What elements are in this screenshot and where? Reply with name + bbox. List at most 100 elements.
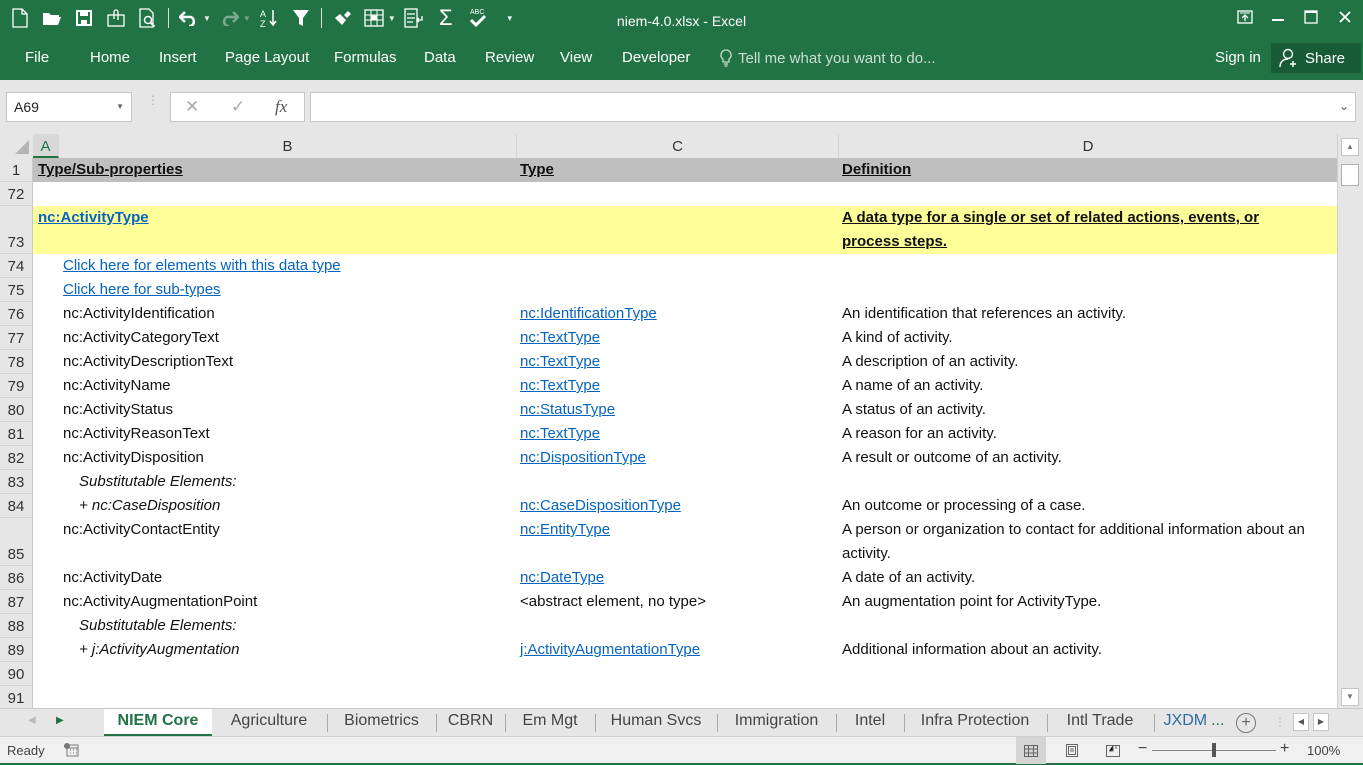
column-header-a[interactable]: A	[33, 134, 59, 158]
row-number[interactable]: 80	[0, 398, 33, 422]
type-link[interactable]: nc:TextType	[520, 422, 600, 446]
name-box-dropdown-icon[interactable]: ▼	[116, 102, 124, 111]
formula-bar-grip[interactable]: ⋮	[147, 94, 159, 106]
page-layout-view-button[interactable]	[1057, 737, 1087, 764]
tab-developer[interactable]: Developer	[622, 49, 690, 66]
definition-cell[interactable]: A reason for an activity.	[842, 422, 1312, 446]
row-number[interactable]: 89	[0, 638, 33, 662]
row-number[interactable]: 72	[0, 182, 33, 206]
maximize-icon[interactable]	[1298, 6, 1324, 28]
row-number[interactable]: 91	[0, 686, 33, 708]
sheet-tab-infra-protection[interactable]: Infra Protection	[905, 709, 1045, 736]
row-number[interactable]: 74	[0, 254, 33, 278]
formula-input[interactable]: ⌄	[310, 92, 1356, 122]
vertical-scrollbar[interactable]: ▲ ▼	[1337, 134, 1363, 708]
zoom-out-button[interactable]: −	[1138, 740, 1147, 758]
definition-cell[interactable]: Additional information about an activity…	[842, 638, 1312, 662]
row-number[interactable]: 81	[0, 422, 33, 446]
horizontal-scroll-left-icon[interactable]: ◀	[1293, 713, 1309, 731]
definition-cell[interactable]: An outcome or processing of a case.	[842, 494, 1312, 518]
tab-file[interactable]: File	[25, 49, 49, 66]
sheet-tab-em-mgt[interactable]: Em Mgt	[506, 709, 594, 736]
cancel-icon[interactable]: ✕	[185, 97, 199, 117]
tab-scroll-grip[interactable]: ⋮	[1274, 715, 1286, 729]
sheet-tab-cbrn[interactable]: CBRN	[437, 709, 504, 736]
zoom-percentage[interactable]: 100%	[1307, 743, 1340, 758]
header-type-sub-properties[interactable]: Type/Sub-properties	[38, 158, 183, 182]
row-number[interactable]: 75	[0, 278, 33, 302]
hyperlink[interactable]: Click here for sub-types	[63, 278, 221, 302]
property-name-cell[interactable]: nc:ActivityDate	[63, 566, 162, 590]
tab-review[interactable]: Review	[485, 49, 534, 66]
tab-data[interactable]: Data	[424, 49, 456, 66]
name-box[interactable]: A69 ▼	[6, 92, 132, 122]
type-link[interactable]: j:ActivityAugmentationType	[520, 638, 700, 662]
page-break-view-button[interactable]	[1098, 737, 1128, 764]
tab-view[interactable]: View	[560, 49, 592, 66]
column-header-c[interactable]: C	[517, 134, 839, 158]
definition-cell[interactable]: A person or organization to contact for …	[842, 518, 1312, 566]
horizontal-scroll-right-icon[interactable]: ▶	[1313, 713, 1329, 731]
type-link[interactable]: nc:IdentificationType	[520, 302, 657, 326]
type-link[interactable]: nc:TextType	[520, 326, 600, 350]
property-name-cell[interactable]: Substitutable Elements:	[79, 470, 237, 494]
type-link[interactable]: nc:TextType	[520, 374, 600, 398]
prev-sheet-icon[interactable]: ◀	[28, 715, 36, 726]
column-header-d[interactable]: D	[839, 134, 1337, 158]
normal-view-button[interactable]	[1016, 737, 1046, 764]
property-name-cell[interactable]: nc:ActivityDescriptionText	[63, 350, 233, 374]
definition-cell[interactable]: A date of an activity.	[842, 566, 1312, 590]
tab-page-layout[interactable]: Page Layout	[225, 49, 309, 66]
type-link[interactable]: nc:TextType	[520, 350, 600, 374]
column-header-b[interactable]: B	[59, 134, 517, 158]
row-number[interactable]: 79	[0, 374, 33, 398]
sheet-tab-immigration[interactable]: Immigration	[718, 709, 835, 736]
sheet-tab-intl-trade[interactable]: Intl Trade	[1048, 709, 1152, 736]
sheet-tab-agriculture[interactable]: Agriculture	[214, 709, 324, 736]
select-all-button[interactable]	[0, 134, 33, 158]
sheet-tab-niem-core[interactable]: NIEM Core	[104, 709, 212, 736]
expand-formula-bar-icon[interactable]: ⌄	[1339, 99, 1349, 113]
row-number[interactable]: 82	[0, 446, 33, 470]
row-number[interactable]: 77	[0, 326, 33, 350]
tell-me-search[interactable]: Tell me what you want to do...	[720, 49, 936, 67]
row-number[interactable]: 84	[0, 494, 33, 518]
property-name-cell[interactable]: + nc:CaseDisposition	[79, 494, 220, 518]
type-cell[interactable]: <abstract element, no type>	[520, 590, 706, 614]
type-link[interactable]: nc:DateType	[520, 566, 604, 590]
add-sheet-icon[interactable]: +	[1236, 713, 1256, 733]
definition-cell[interactable]: An identification that references an act…	[842, 302, 1312, 326]
scroll-up-icon[interactable]: ▲	[1341, 138, 1359, 156]
minimize-icon[interactable]	[1265, 6, 1291, 28]
sheet-tab-intel[interactable]: Intel	[837, 709, 903, 736]
definition-cell[interactable]: A result or outcome of an activity.	[842, 446, 1312, 470]
definition-cell[interactable]: A name of an activity.	[842, 374, 1312, 398]
definition-cell[interactable]: A status of an activity.	[842, 398, 1312, 422]
more-sheets-indicator[interactable]: ...	[1211, 712, 1224, 729]
zoom-in-button[interactable]: +	[1280, 740, 1289, 758]
type-link[interactable]: nc:StatusType	[520, 398, 615, 422]
type-link[interactable]: nc:DispositionType	[520, 446, 646, 470]
sheet-tab-jxdm[interactable]: JXDM...	[1155, 709, 1233, 736]
sheet-tab-biometrics[interactable]: Biometrics	[328, 709, 435, 736]
header-type[interactable]: Type	[520, 158, 554, 182]
property-name-cell[interactable]: nc:ActivityContactEntity	[63, 518, 220, 542]
property-name-cell[interactable]: nc:ActivityIdentification	[63, 302, 215, 326]
property-name-cell[interactable]: nc:ActivityName	[63, 374, 171, 398]
row-number[interactable]: 83	[0, 470, 33, 494]
tab-formulas[interactable]: Formulas	[334, 49, 397, 66]
hyperlink[interactable]: Click here for elements with this data t…	[63, 254, 341, 278]
property-name-cell[interactable]: nc:ActivityAugmentationPoint	[63, 590, 257, 614]
definition-cell[interactable]: An augmentation point for ActivityType.	[842, 590, 1312, 614]
row-number[interactable]: 90	[0, 662, 33, 686]
header-definition[interactable]: Definition	[842, 158, 911, 182]
tab-home[interactable]: Home	[90, 49, 130, 66]
tab-insert[interactable]: Insert	[159, 49, 197, 66]
sign-in-link[interactable]: Sign in	[1215, 49, 1261, 66]
row-number[interactable]: 87	[0, 590, 33, 614]
macro-recording-icon[interactable]	[64, 743, 79, 757]
type-link[interactable]: nc:EntityType	[520, 518, 610, 542]
property-name-cell[interactable]: nc:ActivityDisposition	[63, 446, 204, 470]
insert-function-icon[interactable]: fx	[275, 97, 287, 117]
property-name-cell[interactable]: nc:ActivityStatus	[63, 398, 173, 422]
